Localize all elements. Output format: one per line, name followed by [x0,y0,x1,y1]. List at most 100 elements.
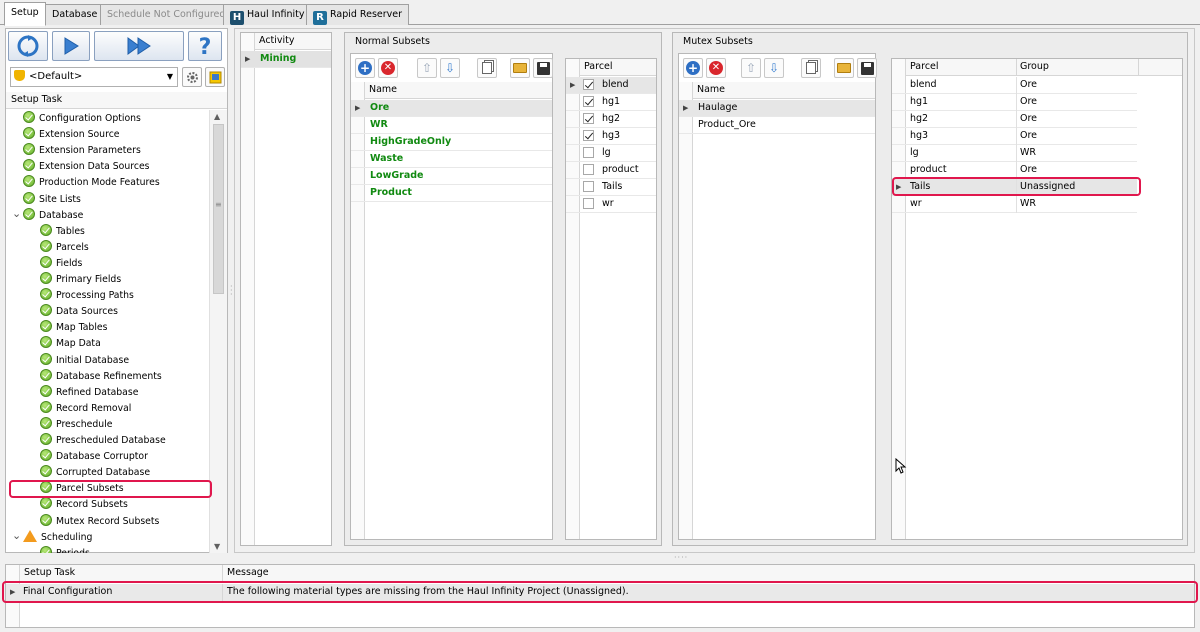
open-button[interactable] [834,58,854,78]
normal-subset-row[interactable]: Waste [351,151,552,168]
parcel-checkbox[interactable] [583,130,594,141]
parcel-group-row[interactable]: hg3 Ore [892,128,1137,145]
setup-task-item[interactable]: Record Subsets [40,497,128,513]
open-button[interactable] [510,58,530,78]
setup-task-item[interactable]: Extension Parameters [23,143,141,159]
setup-task-item[interactable]: Mutex Record Subsets [40,513,159,530]
normal-subset-row[interactable]: HighGradeOnly [351,134,552,151]
setup-task-item[interactable]: Preschedule [40,416,112,433]
setup-task-item[interactable]: Primary Fields [40,272,121,288]
setup-task-item[interactable]: Initial Database [40,352,129,369]
setup-task-item[interactable]: Prescheduled Database [40,433,166,449]
parcel-row[interactable]: hg2 [566,111,656,128]
move-up-button[interactable]: ⇧ [417,58,437,78]
copy-button[interactable] [477,58,497,78]
parcel-checkbox[interactable] [583,164,594,175]
scroll-down-icon[interactable]: ▼ [214,542,220,551]
group-value[interactable]: Ore [1017,128,1037,144]
parcel-checkbox[interactable] [583,198,594,209]
settings-button[interactable] [182,67,202,87]
tab-setup[interactable]: Setup [4,2,46,26]
run-all-button[interactable] [94,31,184,61]
setup-task-item[interactable]: Database Refinements [40,368,162,385]
parcel-group-row[interactable]: hg1 Ore [892,94,1137,111]
setup-task-item[interactable]: Record Removal [40,400,131,417]
refresh-button[interactable] [8,31,48,61]
chevron-down-icon[interactable]: ▼ [167,68,173,86]
mutex-subset-row[interactable]: ▶ Haulage [679,100,875,117]
group-value[interactable]: WR [1017,145,1036,161]
setup-task-item[interactable]: Tables [40,223,85,240]
tab-haul-infinity[interactable]: H Haul Infinity [223,4,312,25]
setup-task-item[interactable]: Data Sources [40,304,118,320]
setup-task-item[interactable]: Map Data [40,336,101,352]
group-value[interactable]: Ore [1017,94,1037,110]
group-value[interactable]: WR [1017,196,1036,212]
setup-task-item[interactable]: Site Lists [23,191,81,208]
setup-task-item[interactable]: Production Mode Features [23,175,160,191]
delete-subset-button[interactable]: ✕ [378,58,398,78]
setup-task-item[interactable]: Database [23,207,83,224]
normal-subset-row[interactable]: ▶ Ore [351,100,552,117]
setup-task-item[interactable]: Corrupted Database [40,465,150,481]
horizontal-splitter-grip[interactable]: ···· [674,553,688,562]
parcel-row[interactable]: wr [566,196,656,213]
normal-subset-row[interactable]: LowGrade [351,168,552,185]
setup-task-label: Production Mode Features [39,177,160,189]
save-button[interactable] [533,58,553,78]
setup-task-item[interactable]: Extension Source [23,127,120,143]
parcel-row[interactable]: ▶ blend [566,77,656,94]
collapse-chevron-icon[interactable]: ⌄ [12,207,22,224]
normal-subset-row[interactable]: Product [351,185,552,202]
parcel-row[interactable]: Tails [566,179,656,196]
scroll-up-icon[interactable]: ▲ [214,112,220,121]
setup-task-item[interactable]: Fields [40,255,82,272]
setup-task-item[interactable]: Database Corruptor [40,449,148,465]
scroll-thumb[interactable]: ≡ [213,124,224,294]
parcel-checkbox[interactable] [583,181,594,192]
tab-database[interactable]: Database [45,4,105,25]
copy-button[interactable] [801,58,821,78]
group-value[interactable]: Ore [1017,162,1037,178]
parcel-checkbox[interactable] [583,147,594,158]
mutex-subset-row[interactable]: Product_Ore [679,117,875,134]
parcel-group-row[interactable]: blend Ore [892,77,1137,94]
move-down-button[interactable]: ⇩ [440,58,460,78]
parcel-group-row[interactable]: hg2 Ore [892,111,1137,128]
normal-subset-row[interactable]: WR [351,117,552,134]
group-value[interactable]: Ore [1017,111,1037,127]
parcel-group-row[interactable]: wr WR [892,196,1137,213]
collapse-chevron-icon[interactable]: ⌄ [12,529,22,546]
move-down-button[interactable]: ⇩ [764,58,784,78]
check-circle-icon [40,449,52,462]
parcel-row[interactable]: product [566,162,656,179]
profile-select[interactable]: <Default> ▼ [10,67,178,87]
help-button[interactable]: ? [188,31,222,61]
tab-rapid-reserver[interactable]: R Rapid Reserver [306,4,410,25]
parcel-group-row[interactable]: lg WR [892,145,1137,162]
setup-task-item[interactable]: Extension Data Sources [23,159,150,175]
setup-task-item[interactable]: Configuration Options [23,111,141,127]
parcel-row[interactable]: hg1 [566,94,656,111]
setup-task-item[interactable]: Parcels [40,239,89,256]
parcel-checkbox[interactable] [583,96,594,107]
add-mutex-button[interactable]: + [683,58,703,78]
move-up-button[interactable]: ⇧ [741,58,761,78]
save-button[interactable] [857,58,877,78]
setup-task-item[interactable]: Scheduling [23,529,92,546]
setup-task-item[interactable]: Periods [40,545,90,553]
edit-profile-button[interactable] [205,67,225,87]
group-value[interactable]: Ore [1017,77,1037,93]
setup-task-item[interactable]: Refined Database [40,384,138,401]
run-button[interactable] [52,31,90,61]
setup-task-item[interactable]: Map Tables [40,320,107,336]
setup-task-item[interactable]: Processing Paths [40,288,134,304]
parcel-row[interactable]: lg [566,145,656,162]
parcel-checkbox[interactable] [583,113,594,124]
activity-row[interactable]: ▶ Mining [241,51,331,68]
delete-mutex-button[interactable]: ✕ [706,58,726,78]
add-subset-button[interactable]: + [355,58,375,78]
subset-name: Product [370,187,412,198]
parcel-checkbox[interactable] [583,79,594,90]
parcel-row[interactable]: hg3 [566,128,656,145]
